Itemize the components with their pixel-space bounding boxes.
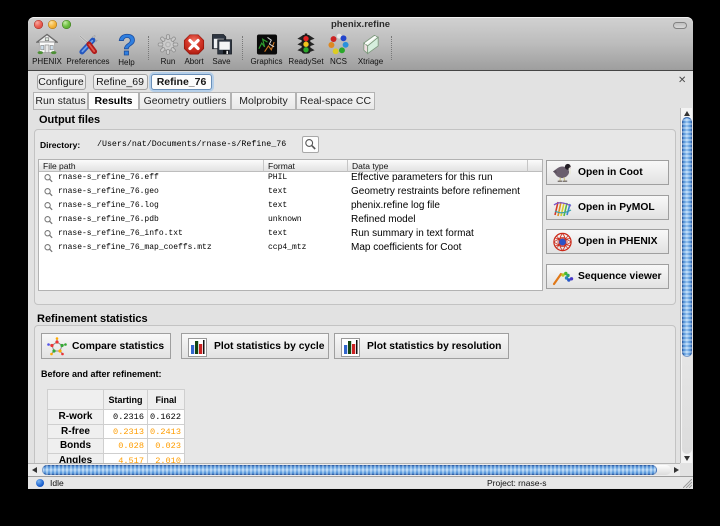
svg-text:?: ? — [117, 33, 135, 57]
